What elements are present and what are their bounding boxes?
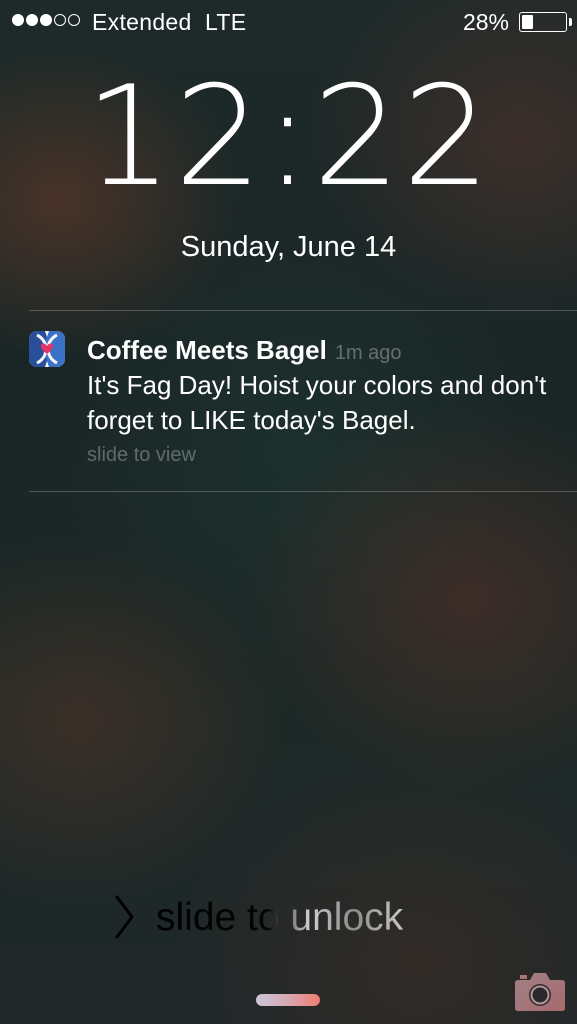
notification-message: It's Fag Day! Hoist your colors and don'…: [87, 370, 547, 435]
battery-tip: [569, 18, 572, 26]
slide-to-unlock[interactable]: slide to unlock: [112, 894, 452, 944]
lock-screen-time: 12:22: [84, 56, 493, 217]
slide-to-unlock-label: slide to unlock: [156, 896, 404, 939]
control-center-grabber[interactable]: [256, 994, 320, 1006]
signal-dot: [26, 14, 38, 26]
battery-icon: [519, 12, 567, 32]
status-bar: Extended LTE 28%: [0, 0, 577, 44]
signal-strength-icon: [12, 14, 80, 26]
battery-percentage: 28%: [462, 9, 509, 35]
notification-divider-top: [29, 310, 577, 311]
battery-level-fill: [522, 15, 533, 29]
carrier-name: Extended: [92, 9, 192, 35]
notification-title: Coffee Meets Bagel 1m ago: [87, 335, 402, 366]
chevron-right-icon: [115, 895, 134, 939]
notification-app-name: Coffee Meets Bagel: [87, 335, 327, 365]
notification-time: 1m ago: [334, 342, 402, 364]
lock-screen-date: Sunday, June 14: [180, 231, 397, 263]
notification-action-hint: slide to view: [87, 444, 196, 466]
carrier-label: Extended LTE: [92, 9, 246, 36]
notification-divider-bottom: [29, 491, 577, 492]
network-type: LTE: [204, 9, 247, 35]
coffee-meets-bagel-app-icon: [29, 331, 65, 367]
signal-dot: [12, 14, 24, 26]
signal-dot: [68, 14, 80, 26]
signal-dot: [54, 14, 66, 26]
signal-dot: [40, 14, 52, 26]
camera-icon[interactable]: [514, 970, 566, 1012]
